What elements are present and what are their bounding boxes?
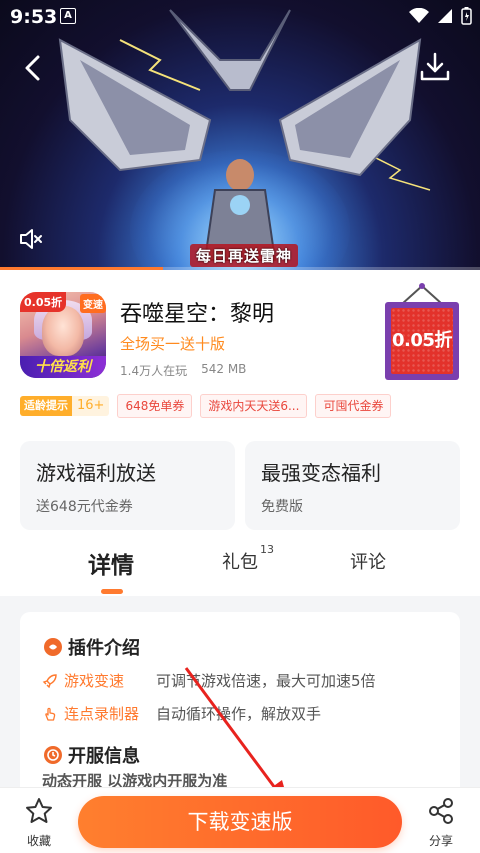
discount-card: 0.05折 [385,302,459,380]
welfare-tag[interactable]: 可囤代金券 [315,394,392,418]
status-icons [409,7,472,25]
favorite-button[interactable]: 收藏 [18,796,60,849]
app-icon: 0.05折 变速 十倍返利 [20,292,106,378]
status-time: 9:53 [10,6,58,28]
gifts-count-badge: 13 [260,543,274,556]
share-label: 分享 [428,834,453,848]
welfare-tag[interactable]: 游戏内天天送6... [200,394,308,418]
welfare-tag[interactable]: 648免单券 [117,394,193,418]
clock-icon [44,746,62,764]
video-progress-fill [0,267,164,270]
wifi-icon [409,8,429,23]
detail-tabs: 详情 礼包 评论 [0,540,480,596]
welfare-card-bt[interactable]: 最强变态福利 免费版 [245,441,460,530]
active-tab-indicator [101,589,123,594]
age-rating-tag[interactable]: 适龄提示 16+ [20,396,110,416]
welfare-card-title: 游戏福利放送 [36,461,156,485]
feature-desc: 自动循环操作，解放双手 [156,705,322,723]
app-size: 542 MB [201,362,247,376]
bottom-action-bar: 收藏 下载变速版 分享 [0,787,480,853]
tap-hand-icon [45,707,56,721]
mute-icon[interactable] [18,226,44,252]
tab-comments[interactable]: 评论 [350,548,386,574]
age-rating-value: 16+ [72,396,110,416]
app-meta: 1.4万人在玩 542 MB [120,362,246,379]
discount-value: 0.05折 [391,308,453,374]
discount-sign: 0.05折 [385,282,459,380]
notification-a-icon: A [60,8,76,24]
icon-rebate-banner: 十倍返利 [20,356,106,378]
share-button[interactable]: 分享 [420,796,462,849]
status-bar: 9:53 A [0,0,480,34]
rocket-icon [42,673,57,688]
welfare-card-subtitle: 送648元代金券 [36,499,133,515]
player-count: 1.4万人在玩 [120,364,188,378]
server-heading-text: 开服信息 [68,746,140,767]
download-speed-version-button[interactable]: 下载变速版 [78,796,402,848]
plugin-heading-text: 插件介绍 [68,638,140,659]
age-rating-label: 适龄提示 [20,396,72,416]
download-icon[interactable] [418,50,452,84]
feature-name: 连点录制器 [64,705,140,723]
welfare-card-gift[interactable]: 游戏福利放送 送648元代金券 [20,441,235,530]
feature-row-clicker: 连点录制器 自动循环操作，解放双手 [42,703,321,724]
server-section-heading: 开服信息 [44,742,140,768]
tab-gifts[interactable]: 礼包 [222,548,258,574]
back-arrow-icon[interactable] [18,52,50,84]
app-tagline: 全场买一送十版 [120,335,226,353]
signal-icon [438,9,452,23]
icon-speed-badge: 变速 [80,294,106,313]
video-progress-bar[interactable] [0,267,480,270]
share-icon [429,798,453,824]
battery-icon [461,7,472,25]
video-frame-art [58,9,431,261]
feature-desc: 可调节游戏倍速，最大可加速5倍 [156,672,376,690]
game-video-player[interactable]: 9:53 A 每日再送雷神 [0,0,480,270]
app-title: 吞噬星空：黎明 [120,302,275,327]
welfare-card-title: 最强变态福利 [261,461,381,485]
welfare-card-subtitle: 免费版 [261,499,303,515]
tab-details[interactable]: 详情 [88,546,134,580]
plugin-heading-icon [44,638,62,656]
video-caption: 每日再送雷神 [190,244,299,267]
star-icon [26,798,52,823]
icon-character-face [42,306,84,356]
icon-discount-badge: 0.05折 [20,292,67,312]
plugin-section-heading: 插件介绍 [44,634,140,660]
feature-row-speed: 游戏变速 可调节游戏倍速，最大可加速5倍 [42,670,376,691]
feature-name: 游戏变速 [64,672,125,690]
tag-row: 适龄提示 16+ 648免单券 游戏内天天送6... 可囤代金券 [20,394,392,418]
favorite-label: 收藏 [26,834,51,848]
